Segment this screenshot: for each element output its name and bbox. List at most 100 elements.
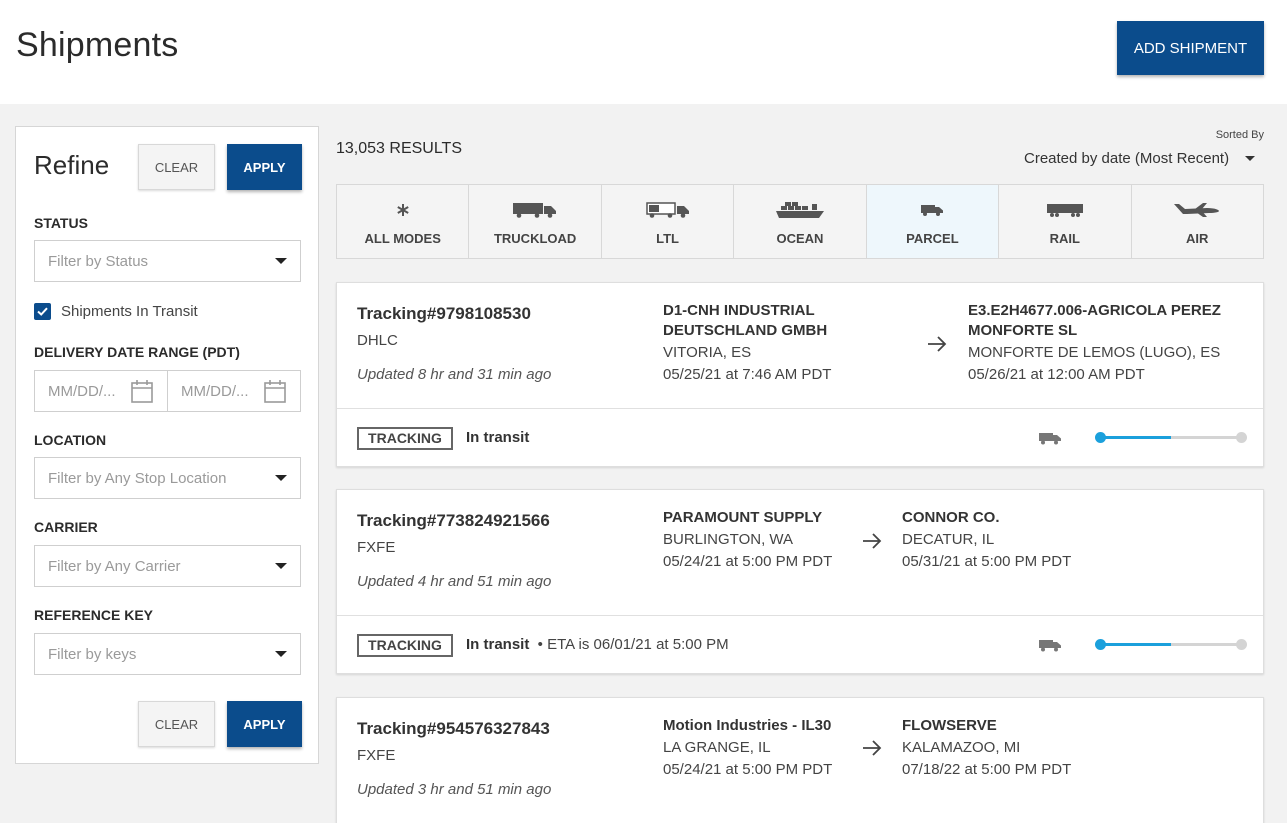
van-icon	[1039, 640, 1061, 652]
reference-key-select[interactable]: Filter by keys	[34, 633, 301, 675]
calendar-icon	[131, 380, 153, 403]
rail-icon	[999, 199, 1130, 221]
origin-name: Motion Industries - IL30	[663, 717, 832, 734]
updated-time: Updated 4 hr and 51 min ago	[357, 573, 552, 590]
page-header: Shipments ADD SHIPMENT	[0, 0, 1287, 104]
date-from-placeholder: MM/DD/...	[48, 383, 116, 400]
destination-name: E3.E2H4677.006-AGRICOLA PEREZ	[968, 302, 1221, 319]
location-select[interactable]: Filter by Any Stop Location	[34, 457, 301, 499]
eta-text: ETA is 06/01/21 at 5:00 PM	[547, 636, 729, 653]
date-range-label: DELIVERY DATE RANGE (PDT)	[34, 344, 240, 360]
updated-time: Updated 3 hr and 51 min ago	[357, 781, 552, 798]
clear-button-top[interactable]: CLEAR	[138, 144, 215, 190]
van-icon	[1039, 433, 1061, 445]
shipment-status: In transit	[466, 429, 529, 446]
add-shipment-button[interactable]: ADD SHIPMENT	[1117, 21, 1264, 75]
tracking-number[interactable]: Tracking#773824921566	[357, 511, 550, 531]
destination: CONNOR CO. DECATUR, IL 05/31/21 at 5:00 …	[902, 508, 1071, 572]
destination-name-line2: MONFORTE SL	[968, 322, 1078, 339]
arrow-right-icon	[863, 740, 882, 756]
page-title: Shipments	[16, 26, 179, 64]
mode-tabs: ALL MODES TRUCKLOAD LTL OCEAN PARCEL RAI…	[336, 184, 1264, 259]
card-divider	[337, 615, 1263, 616]
location-placeholder: Filter by Any Stop Location	[48, 470, 227, 487]
origin-city: VITORIA, ES	[663, 344, 752, 361]
parcel-van-icon	[867, 199, 998, 221]
card-divider	[337, 408, 1263, 409]
caret-down-icon[interactable]	[1245, 156, 1255, 161]
shipment-card[interactable]: Tracking#773824921566 FXFE Updated 4 hr …	[336, 489, 1264, 674]
origin: Motion Industries - IL30 LA GRANGE, IL 0…	[663, 716, 832, 780]
shipment-status: In transit • ETA is 06/01/21 at 5:00 PM	[466, 636, 729, 653]
arrow-right-icon	[863, 533, 882, 549]
origin-name: D1-CNH INDUSTRIAL	[663, 302, 815, 319]
asterisk-icon	[337, 199, 468, 221]
mode-tab-ltl[interactable]: LTL	[602, 185, 735, 258]
apply-button-bottom[interactable]: APPLY	[227, 701, 302, 747]
status-text: In transit	[466, 429, 530, 446]
destination-date: 05/31/21 at 5:00 PM PDT	[902, 553, 1072, 570]
updated-time: Updated 8 hr and 31 min ago	[357, 366, 552, 383]
tracking-number[interactable]: Tracking#954576327843	[357, 719, 550, 739]
sort-select[interactable]: Created by date (Most Recent)	[1024, 150, 1229, 167]
shipment-progress	[1095, 431, 1247, 443]
sorted-by-label: Sorted By	[1215, 129, 1264, 141]
carrier-select[interactable]: Filter by Any Carrier	[34, 545, 301, 587]
clear-button-bottom[interactable]: CLEAR	[138, 701, 215, 747]
origin: D1-CNH INDUSTRIAL DEUTSCHLAND GMBH VITOR…	[663, 301, 831, 385]
status-select[interactable]: Filter by Status	[34, 240, 301, 282]
shipment-progress	[1095, 638, 1247, 650]
refine-title: Refine	[34, 150, 110, 180]
carrier-placeholder: Filter by Any Carrier	[48, 558, 181, 575]
ship-icon	[734, 199, 865, 221]
destination: E3.E2H4677.006-AGRICOLA PEREZ MONFORTE S…	[968, 301, 1221, 385]
results-count: 13,053 RESULTS	[336, 140, 462, 157]
calendar-icon	[264, 380, 286, 403]
mode-tab-label: PARCEL	[906, 231, 959, 246]
status-text: In transit	[466, 636, 530, 653]
in-transit-checkbox[interactable]	[34, 303, 51, 320]
origin: PARAMOUNT SUPPLY BURLINGTON, WA 05/24/21…	[663, 508, 832, 572]
plane-icon	[1132, 199, 1263, 221]
truckload-icon	[469, 199, 600, 221]
date-from-input[interactable]: MM/DD/...	[34, 370, 168, 412]
mode-tab-label: RAIL	[1049, 231, 1080, 246]
mode-tab-label: AIR	[1186, 231, 1209, 246]
mode-tab-all-modes[interactable]: ALL MODES	[337, 185, 470, 258]
mode-tab-label: TRUCKLOAD	[493, 231, 577, 246]
origin-date: 05/25/21 at 7:46 AM PDT	[663, 366, 832, 383]
shipment-card[interactable]: Tracking#954576327843 FXFE Updated 3 hr …	[336, 697, 1264, 823]
origin-name-line2: DEUTSCHLAND GMBH	[663, 322, 828, 339]
destination-city: DECATUR, IL	[902, 531, 995, 548]
origin-name: PARAMOUNT SUPPLY	[663, 509, 823, 526]
shipment-card[interactable]: Tracking#9798108530 DHLC Updated 8 hr an…	[336, 282, 1264, 467]
refine-panel: Refine CLEAR APPLY STATUS Filter by Stat…	[15, 126, 319, 764]
caret-down-icon	[275, 258, 287, 264]
date-to-placeholder: MM/DD/...	[181, 383, 249, 400]
date-to-input[interactable]: MM/DD/...	[167, 370, 301, 412]
carrier-code: FXFE	[357, 747, 396, 764]
mode-tab-truckload[interactable]: TRUCKLOAD	[469, 185, 602, 258]
status-placeholder: Filter by Status	[48, 253, 149, 270]
tracking-number[interactable]: Tracking#9798108530	[357, 304, 531, 324]
mode-tab-label: ALL MODES	[364, 231, 441, 246]
mode-tab-rail[interactable]: RAIL	[999, 185, 1132, 258]
caret-down-icon	[275, 563, 287, 569]
eta-separator: •	[533, 636, 548, 653]
destination: FLOWSERVE KALAMAZOO, MI 07/18/22 at 5:00…	[902, 716, 1071, 780]
destination-date: 07/18/22 at 5:00 PM PDT	[902, 761, 1072, 778]
destination-date: 05/26/21 at 12:00 AM PDT	[968, 366, 1145, 383]
tracking-badge: TRACKING	[357, 427, 453, 450]
apply-button-top[interactable]: APPLY	[227, 144, 302, 190]
origin-city: LA GRANGE, IL	[663, 739, 771, 756]
location-label: LOCATION	[34, 432, 107, 448]
origin-city: BURLINGTON, WA	[663, 531, 794, 548]
mode-tab-ocean[interactable]: OCEAN	[734, 185, 867, 258]
destination-city: KALAMAZOO, MI	[902, 739, 1021, 756]
carrier-code: DHLC	[357, 332, 398, 349]
ltl-truck-icon	[602, 199, 733, 221]
mode-tab-label: LTL	[656, 231, 679, 246]
origin-date: 05/24/21 at 5:00 PM PDT	[663, 553, 833, 570]
mode-tab-air[interactable]: AIR	[1132, 185, 1263, 258]
mode-tab-parcel[interactable]: PARCEL	[866, 185, 1000, 258]
